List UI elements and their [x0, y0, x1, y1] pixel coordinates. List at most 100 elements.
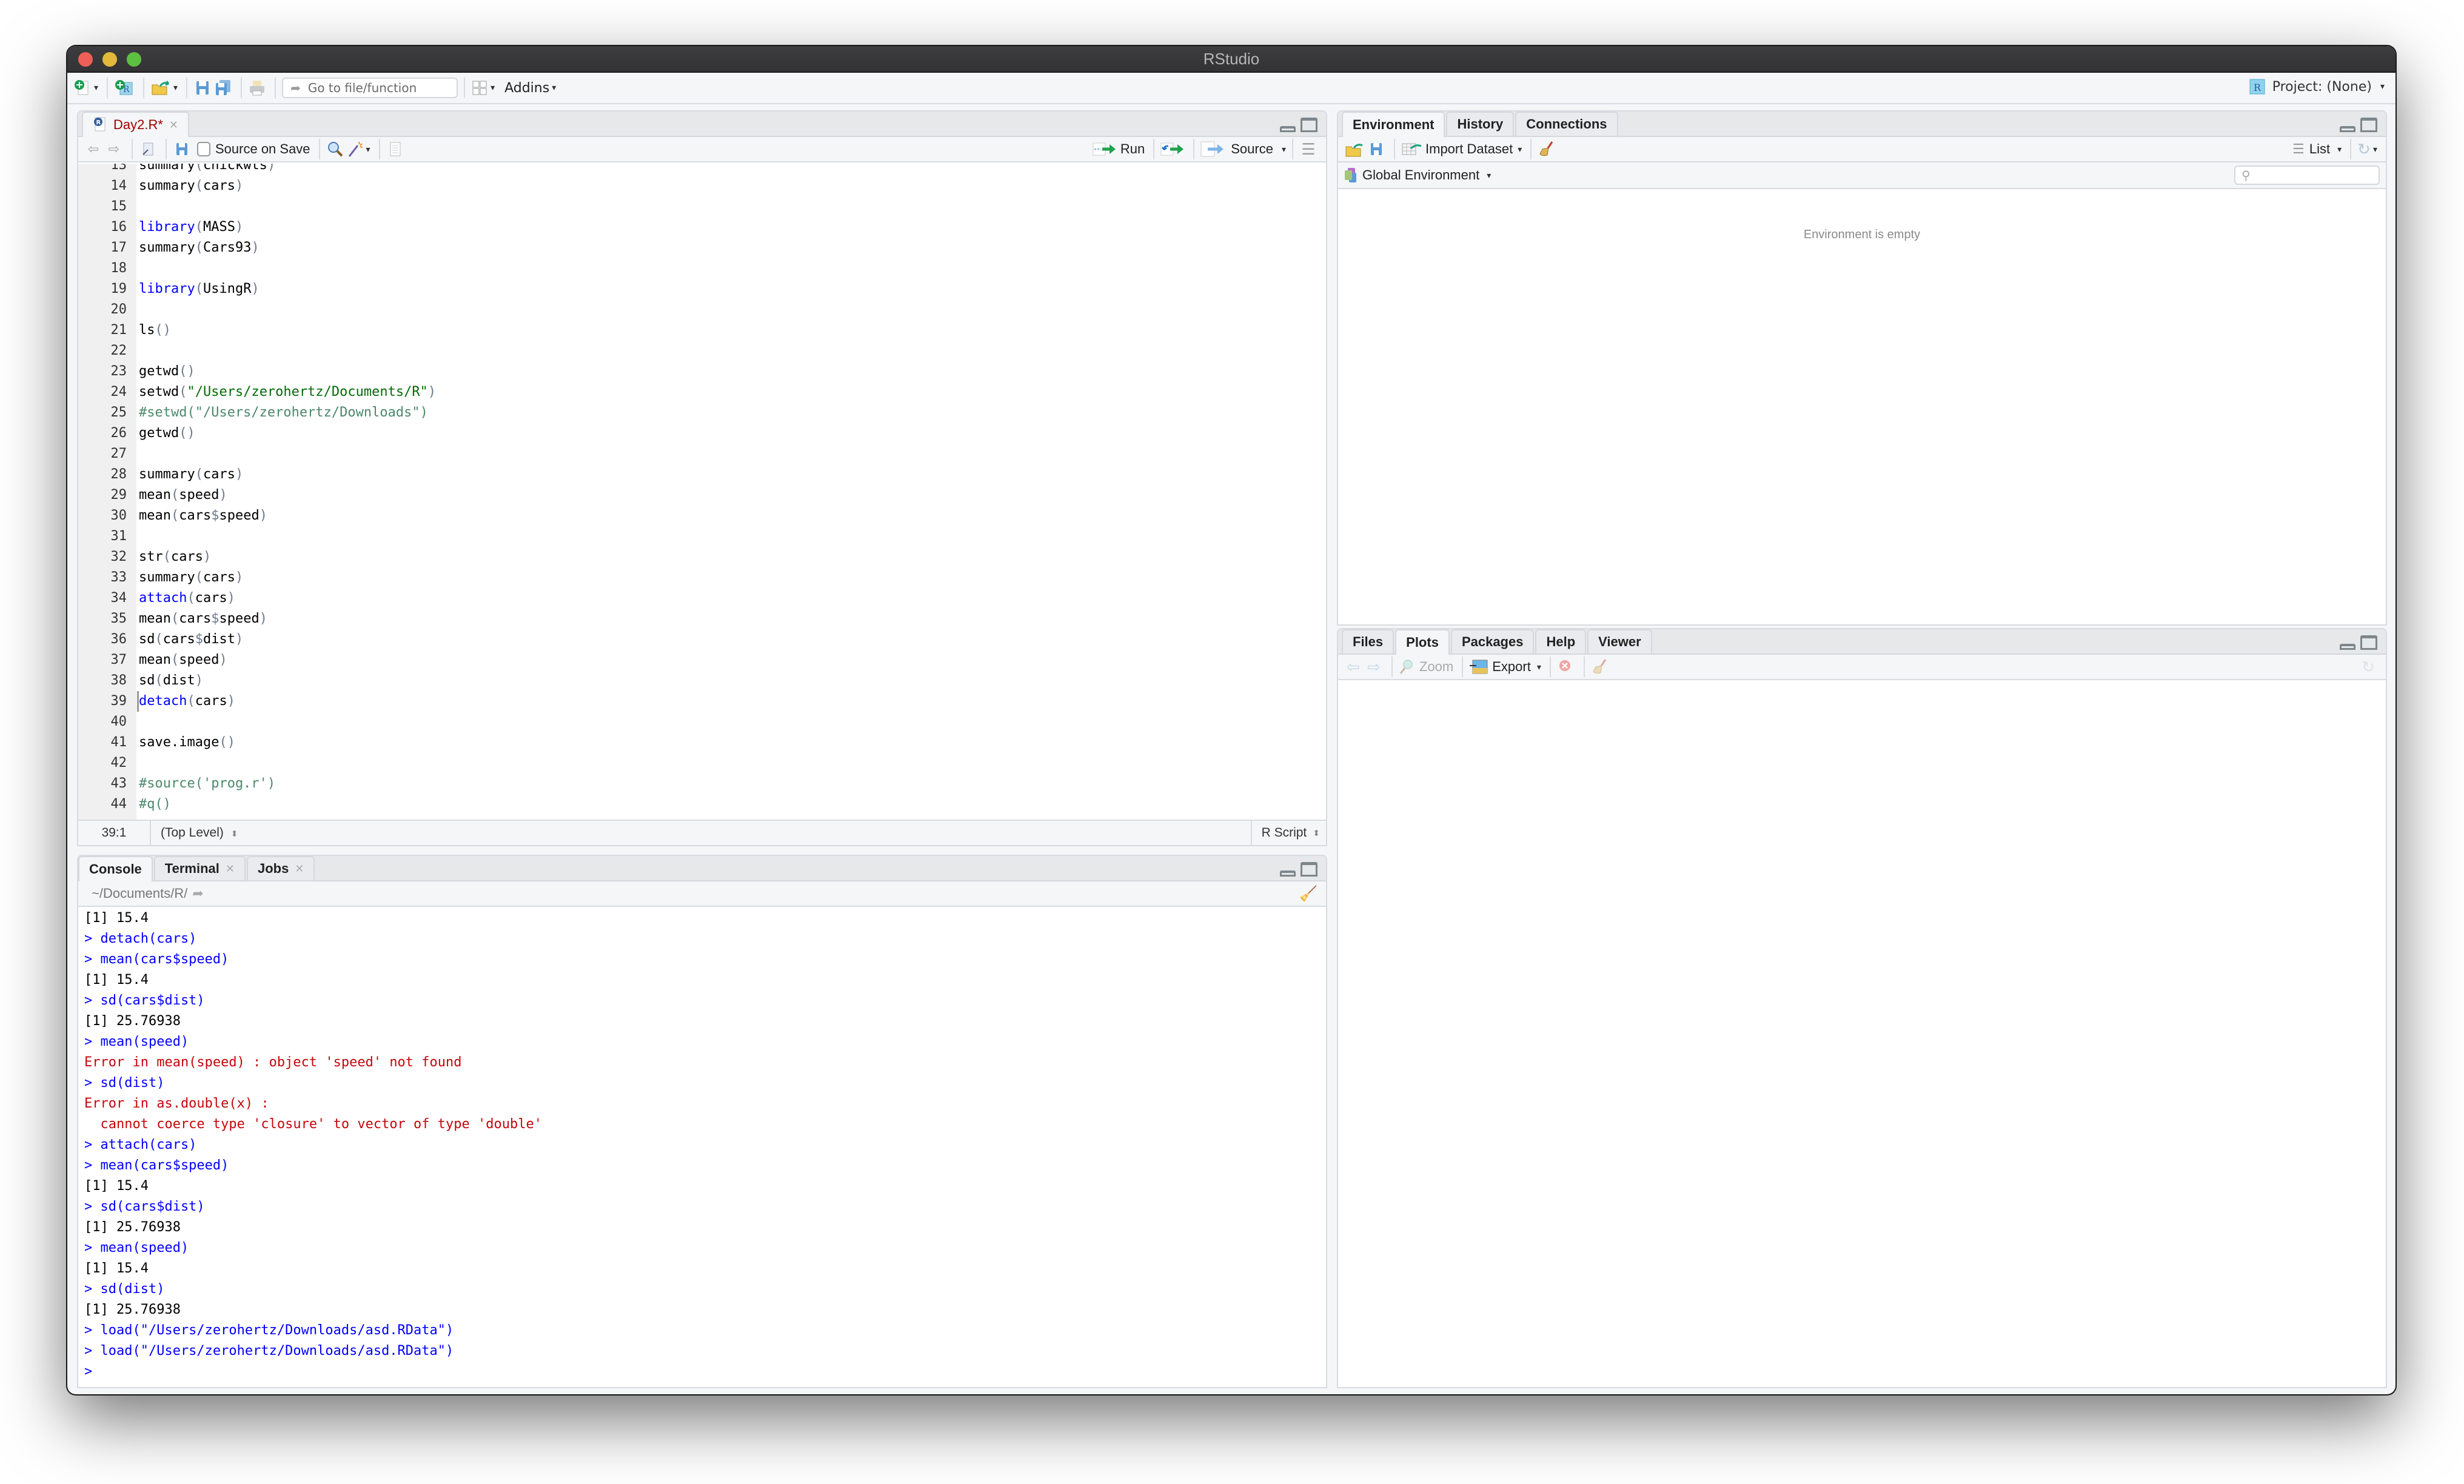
code-line[interactable]: 33 summary(cars) — [78, 567, 1326, 588]
code-line[interactable]: 30 mean(cars$speed) — [78, 506, 1326, 526]
clear-plots-button[interactable] — [1591, 656, 1609, 678]
close-window-button[interactable] — [78, 52, 93, 67]
save-button[interactable] — [193, 77, 212, 99]
code-tools-button[interactable]: ▾ — [347, 138, 370, 160]
console-output[interactable]: [1] 15.4 > detach(cars) > mean(cars$speed)… — [78, 908, 1326, 1387]
minimize-pane-icon[interactable] — [1280, 126, 1296, 132]
tab-console[interactable]: Console — [78, 856, 153, 881]
code-line[interactable]: 36 sd(cars$dist) — [78, 629, 1326, 650]
addins-menu[interactable]: Addins ▾ — [504, 77, 556, 99]
maximize-window-button[interactable] — [127, 52, 141, 67]
run-button[interactable]: Run — [1093, 138, 1145, 160]
tab-connections[interactable]: Connections — [1515, 112, 1618, 136]
maximize-pane-icon[interactable] — [2360, 118, 2377, 132]
environment-scope-selector[interactable]: Global Environment ▾ — [1344, 164, 1491, 186]
code-line[interactable]: 24 setwd("/Users/zerohertz/Documents/R") — [78, 382, 1326, 403]
document-outline-button[interactable]: ☰ — [1299, 138, 1317, 160]
code-line[interactable]: 17 summary(Cars93) — [78, 238, 1326, 258]
tab-day2-r[interactable]: R Day2.R* ✕ — [82, 112, 190, 137]
code-line[interactable]: 31 — [78, 526, 1326, 547]
tab-help[interactable]: Help — [1535, 629, 1587, 653]
tab-terminal[interactable]: Terminal ✕ — [153, 856, 246, 880]
next-plot-button[interactable]: ⇨ — [1365, 656, 1383, 678]
file-type-selector[interactable]: R Script ⬍ — [1250, 821, 1326, 845]
code-editor[interactable]: 13 summary(chickwts) 14 summary(cars) 15 16 li… — [78, 164, 1326, 820]
refresh-plot-button[interactable]: ↻ — [2359, 656, 2377, 678]
print-button[interactable] — [248, 77, 266, 99]
code-line[interactable]: 43 #source('prog.r') — [78, 774, 1326, 794]
tab-jobs[interactable]: Jobs ✕ — [246, 856, 315, 880]
tab-plots[interactable]: Plots — [1395, 629, 1450, 655]
code-line[interactable]: 26 getwd() — [78, 423, 1326, 444]
project-menu[interactable]: R Project: (None) ▾ — [2248, 78, 2385, 96]
code-line[interactable]: 38 sd(dist) — [78, 670, 1326, 691]
new-file-button[interactable]: ▾ — [73, 77, 98, 99]
minimize-pane-icon[interactable] — [1280, 871, 1296, 877]
code-line[interactable]: 23 getwd() — [78, 361, 1326, 382]
maximize-pane-icon[interactable] — [1301, 118, 1317, 132]
save-all-button[interactable] — [214, 77, 232, 99]
remove-plot-button[interactable] — [1557, 656, 1575, 678]
code-line[interactable]: 13 summary(chickwts) — [78, 164, 1326, 176]
workspace-panes-button[interactable]: ▾ — [471, 77, 495, 99]
code-line[interactable]: 14 summary(cars) — [78, 176, 1326, 196]
minimize-window-button[interactable] — [102, 52, 117, 67]
code-line[interactable]: 34 attach(cars) — [78, 588, 1326, 609]
close-tab-icon[interactable]: ✕ — [169, 119, 178, 132]
clear-workspace-button[interactable] — [1538, 138, 1556, 160]
minimize-pane-icon[interactable] — [2340, 644, 2355, 650]
tab-files[interactable]: Files — [1342, 629, 1394, 653]
code-line[interactable]: 44 #q() — [78, 794, 1326, 815]
code-line[interactable]: 15 — [78, 196, 1326, 217]
environment-search-input[interactable]: ⚲ — [2234, 165, 2380, 185]
refresh-environment-button[interactable]: ↻ ▾ — [2357, 138, 2377, 160]
maximize-pane-icon[interactable] — [2360, 635, 2377, 650]
code-line[interactable]: 19 library(UsingR) — [78, 279, 1326, 299]
export-plot-button[interactable]: Export ▾ — [1469, 656, 1541, 678]
code-line[interactable]: 20 — [78, 299, 1326, 320]
code-line[interactable]: 28 summary(cars) — [78, 464, 1326, 485]
source-options-chevron-icon[interactable]: ▾ — [1282, 144, 1286, 155]
code-line[interactable]: 22 — [78, 341, 1326, 361]
code-line[interactable]: 42 — [78, 753, 1326, 774]
code-line[interactable]: 29 mean(speed) — [78, 485, 1326, 506]
compile-report-button[interactable] — [386, 138, 404, 160]
code-line[interactable]: 21 ls() — [78, 320, 1326, 341]
checkbox-box[interactable] — [197, 142, 210, 156]
forward-button[interactable]: ⇨ — [105, 138, 123, 160]
new-project-button[interactable]: R — [114, 77, 135, 99]
code-line[interactable]: 37 mean(speed) — [78, 650, 1326, 670]
open-file-button[interactable]: ▾ — [150, 77, 178, 99]
back-button[interactable]: ⇦ — [84, 138, 102, 160]
import-dataset-button[interactable]: Import Dataset ▾ — [1401, 138, 1522, 160]
load-workspace-button[interactable] — [1344, 138, 1365, 160]
show-in-window-button[interactable] — [139, 138, 157, 160]
scope-selector[interactable]: (Top Level) ⬍ — [151, 826, 238, 840]
minimize-pane-icon[interactable] — [2340, 126, 2355, 132]
code-line[interactable]: 27 — [78, 444, 1326, 464]
view-mode-selector[interactable]: ☰ List ▾ — [2292, 138, 2342, 160]
clear-console-button[interactable]: 🧹 — [1299, 883, 1317, 904]
source-on-save-checkbox[interactable]: Source on Save — [197, 138, 310, 160]
tab-viewer[interactable]: Viewer — [1587, 629, 1652, 653]
save-workspace-button[interactable] — [1367, 138, 1385, 160]
code-line[interactable]: 41 save.image() — [78, 732, 1326, 753]
code-line[interactable]: 32 str(cars) — [78, 547, 1326, 567]
tab-packages[interactable]: Packages — [1450, 629, 1535, 653]
zoom-plot-button[interactable]: Zoom — [1399, 656, 1453, 678]
code-line[interactable]: 18 — [78, 258, 1326, 279]
code-line[interactable]: 25 #setwd("/Users/zerohertz/Downloads") — [78, 403, 1326, 423]
tab-history[interactable]: History — [1446, 112, 1515, 136]
code-line[interactable]: 35 mean(cars$speed) — [78, 609, 1326, 629]
code-line[interactable]: 16 library(MASS) — [78, 217, 1326, 238]
source-button[interactable]: Source — [1200, 138, 1273, 160]
code-line[interactable]: 39 detach(cars) — [78, 691, 1326, 712]
previous-plot-button[interactable]: ⇦ — [1344, 656, 1362, 678]
find-replace-button[interactable] — [326, 138, 344, 160]
rerun-button[interactable] — [1160, 138, 1185, 160]
go-to-file-function-input[interactable]: ➦ Go to file/function — [282, 78, 458, 98]
save-file-button[interactable] — [173, 138, 191, 160]
maximize-pane-icon[interactable] — [1301, 862, 1317, 877]
tab-environment[interactable]: Environment — [1342, 112, 1445, 137]
go-to-directory-icon[interactable]: ➦ — [192, 886, 203, 901]
